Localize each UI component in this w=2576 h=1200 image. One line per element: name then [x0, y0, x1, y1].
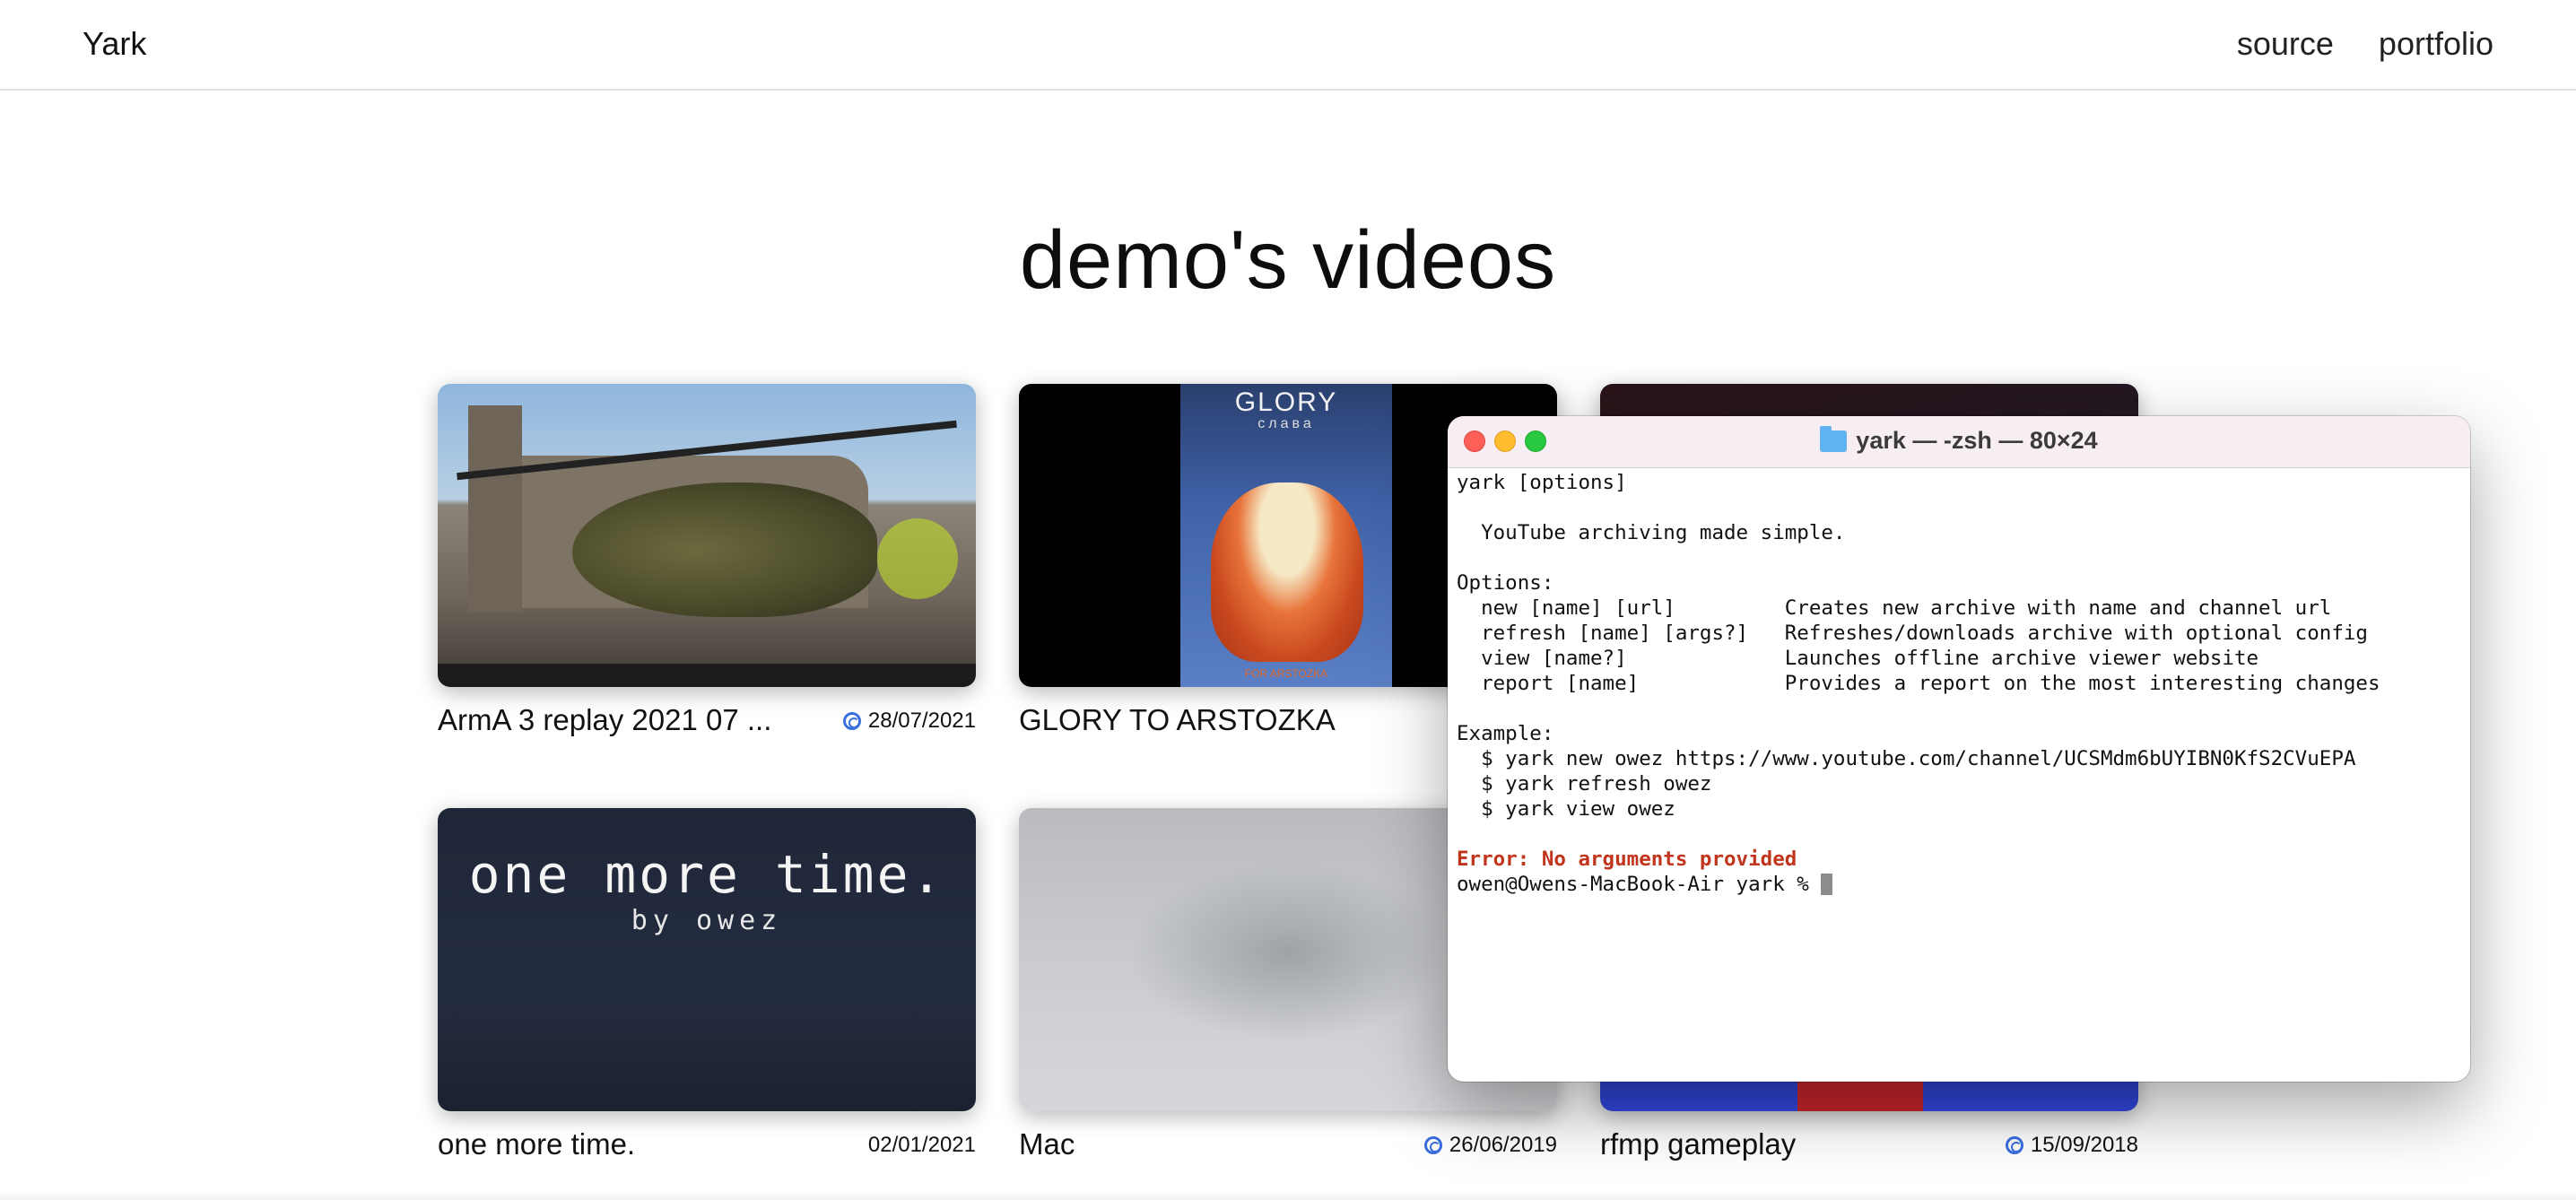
terminal-titlebar[interactable]: yark — -zsh — 80×24	[1448, 416, 2470, 468]
video-thumbnail[interactable]	[438, 384, 976, 687]
poster-subtitle: слава	[1258, 416, 1315, 431]
poster-title: GLORY	[1234, 387, 1338, 417]
terminal-line: Example:	[1457, 722, 1554, 745]
page-title: demo's videos	[1019, 214, 1557, 306]
video-card[interactable]: one more time. by owez one more time. 02…	[438, 808, 976, 1161]
video-meta: Mac 26/06/2019	[1019, 1127, 1557, 1163]
video-date: 15/09/2018	[2005, 1133, 2138, 1158]
terminal-line: $ yark view owez	[1457, 797, 1675, 821]
thumb-blur	[1127, 862, 1449, 1041]
video-meta: ArmA 3 replay 2021 07 ... 28/07/2021	[438, 703, 976, 739]
thumb-helicopter	[572, 483, 877, 617]
video-date: 26/06/2019	[1423, 1133, 1557, 1158]
video-meta: rfmp gameplay 15/09/2018	[1600, 1127, 2138, 1163]
bottom-shadow	[0, 1191, 2576, 1200]
spiral-icon	[842, 712, 861, 730]
video-title[interactable]: GLORY TO ARSTOZKA	[1019, 703, 1336, 737]
nav-link-source[interactable]: source	[2237, 25, 2334, 63]
thumb-title-text: one more time.	[468, 844, 945, 905]
poster-cloud	[1211, 483, 1363, 662]
terminal-line: $ yark refresh owez	[1457, 772, 1712, 796]
thumb-subtitle-text: by owez	[631, 905, 783, 936]
video-title[interactable]: ArmA 3 replay 2021 07 ...	[438, 703, 771, 737]
terminal-line: refresh [name] [args?] Refreshes/downloa…	[1457, 622, 2368, 645]
terminal-line: yark [options]	[1457, 471, 1627, 494]
video-thumbnail[interactable]: one more time. by owez	[438, 808, 976, 1111]
terminal-line: YouTube archiving made simple.	[1457, 521, 1846, 544]
terminal-window[interactable]: yark — -zsh — 80×24 yark [options] YouTu…	[1448, 416, 2470, 1082]
video-meta: one more time. 02/01/2021	[438, 1127, 976, 1163]
thumb-scenery	[468, 405, 522, 612]
video-date-text: 02/01/2021	[867, 1133, 976, 1157]
top-navbar: Yark source portfolio	[0, 0, 2576, 91]
video-card[interactable]: ArmA 3 replay 2021 07 ... 28/07/2021	[438, 384, 976, 736]
spiral-icon	[1423, 1136, 1442, 1154]
terminal-line: Options:	[1457, 571, 1554, 595]
folder-icon	[1820, 425, 1848, 452]
video-date-text: 15/09/2018	[2030, 1133, 2138, 1157]
video-title[interactable]: one more time.	[438, 1127, 635, 1161]
poster-footer: FOR ARSTOZKA	[1244, 667, 1328, 680]
nav-links: source portfolio	[2237, 25, 2493, 63]
video-date-text: 28/07/2021	[867, 709, 976, 733]
terminal-title-text: yark — -zsh — 80×24	[1856, 427, 2098, 454]
terminal-error-line: Error: No arguments provided	[1457, 848, 1797, 871]
terminal-output[interactable]: yark [options] YouTube archiving made si…	[1457, 470, 2465, 897]
terminal-line: $ yark new owez https://www.youtube.com/…	[1457, 747, 2356, 770]
spiral-icon	[2005, 1136, 2023, 1154]
terminal-prompt-line[interactable]: owen@Owens-MacBook-Air yark %	[1457, 872, 2465, 897]
terminal-line: report [name] Provides a report on the m…	[1457, 672, 2380, 695]
video-date-text: 26/06/2019	[1449, 1133, 1557, 1157]
terminal-prompt: owen@Owens-MacBook-Air yark %	[1457, 873, 1822, 896]
thumb-hud-marker	[877, 518, 958, 599]
terminal-line: view [name?] Launches offline archive vi…	[1457, 647, 2259, 670]
nav-link-portfolio[interactable]: portfolio	[2379, 25, 2493, 63]
video-date: 28/07/2021	[842, 709, 976, 734]
terminal-title: yark — -zsh — 80×24	[1448, 425, 2470, 455]
terminal-line: new [name] [url] Creates new archive wit…	[1457, 596, 2332, 620]
terminal-cursor	[1821, 874, 1833, 895]
thumb-poster: GLORY слава FOR ARSTOZKA	[1180, 384, 1392, 687]
brand-logo[interactable]: Yark	[83, 25, 146, 63]
thumb-hud-bar	[438, 664, 976, 687]
video-title[interactable]: rfmp gameplay	[1600, 1127, 1796, 1161]
video-date: 02/01/2021	[868, 1133, 976, 1158]
video-title[interactable]: Mac	[1019, 1127, 1075, 1161]
